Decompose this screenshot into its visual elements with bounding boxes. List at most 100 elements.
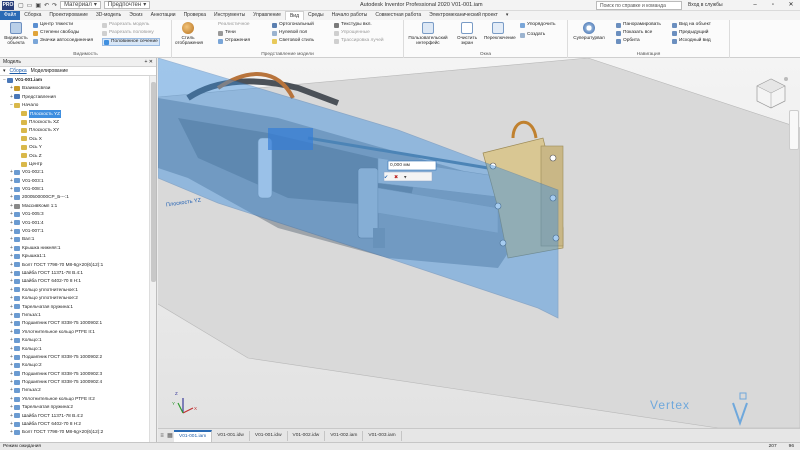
tree-node[interactable]: + Взаимосвязи [0,84,149,92]
tree-node[interactable]: + Тарельчатая пружина:1 [0,303,149,311]
ray-tracing-button[interactable]: Трассировка лучей [334,38,384,44]
tree-node[interactable]: + Вал:1 [0,235,149,243]
ribbon-tab[interactable]: Начало работы [328,11,372,20]
browser-filter-icon[interactable]: ▾ [3,68,6,74]
textures-on-button[interactable]: Текстуры вкл. [334,22,372,28]
tree-node[interactable]: + Представления [0,93,149,101]
add-icon[interactable]: + [144,59,147,65]
signin-link[interactable]: Вход в службы [688,2,723,8]
help-search-input[interactable]: Поиск по справке и команда [596,1,682,10]
ribbon-tab[interactable]: Совместная работа [371,11,425,20]
ribbon-tab[interactable]: Среды [304,11,328,20]
close-icon[interactable]: ✕ [782,0,800,11]
orbit-button[interactable]: Орбита [616,38,640,44]
ribbon-tab[interactable]: Инструменты [210,11,249,20]
document-tab[interactable]: V01-002.iam [325,430,364,441]
tree-node[interactable]: + Подшипник ГОСТ 8338-75 1000902:3 [0,370,149,378]
tree-node[interactable]: Плоскость XZ [0,118,149,126]
tree-node[interactable]: + V01-002:1 [0,168,149,176]
document-tab[interactable]: V01-001.iam [174,429,213,442]
ribbon-tab[interactable]: Управление [249,11,285,20]
tree-node[interactable]: + Кольцо:1 [0,345,149,353]
user-interface-button[interactable]: Пользовательский интерфейс [406,22,450,45]
lighting-style-button[interactable]: Световой стиль [272,38,314,44]
ribbon-tab[interactable]: 3D-модель [92,11,125,20]
ribbon-tab[interactable]: Сборка [20,11,45,20]
material-combo[interactable]: Материал ▾ [60,1,101,9]
home-icon[interactable] [784,77,788,81]
browser-tab-assembly[interactable]: Сборка [10,68,27,74]
clean-screen-button[interactable]: Очистить экран [454,22,480,45]
new-icon[interactable]: ▢ [18,2,24,9]
browser-tab-modeling[interactable]: Моделирование [31,68,68,74]
section-model-button[interactable]: Разрезать модель [102,22,149,28]
graphics-viewport[interactable]: ✔ ✖ ▾ Плоскость YZ 0,000 мм Z X Y Vertex [158,58,800,428]
tabs-menu-icon[interactable]: ≡ [158,433,166,439]
ribbon-tab[interactable]: Электромеханический проект [425,11,502,20]
tree-node[interactable]: + Уплотнительное кольцо PTFE II:1 [0,328,149,336]
tree-node[interactable]: + Шайба ГОСТ 6402-70 8 Н:1 [0,277,149,285]
scrollbar-thumb[interactable] [151,82,156,282]
simplified-button[interactable]: Упрощенные [334,30,370,36]
full-navigation-wheel-button[interactable]: Суперштурвал [570,22,608,40]
save-icon[interactable]: ▣ [35,2,41,9]
tree-node[interactable]: + V01-001:4 [0,219,149,227]
tree-node[interactable]: − Начало [0,101,149,109]
tree-node[interactable]: + Болт ГОСТ 7798-70 М8-6g×20(6)12):1 [0,261,149,269]
undo-icon[interactable]: ↶ [44,2,49,9]
minimize-icon[interactable]: – [746,0,764,11]
look-at-button[interactable]: Вид на объект [672,22,711,28]
tree-node[interactable]: + Кольцо:2 [0,361,149,369]
tree-node[interactable]: + Кольцо:1 [0,336,149,344]
tree-node[interactable]: + V01-005:3 [0,210,149,218]
ground-plane-button[interactable]: Нулевой пол [272,30,307,36]
degrees-of-freedom-button[interactable]: Степени свободы [33,30,79,36]
tree-node[interactable]: + Шайба ГОСТ 6402-70 8 Н:2 [0,420,149,428]
viewcube[interactable] [754,76,788,110]
tree-node[interactable]: Плоскость XY [0,126,149,134]
orthographic-button[interactable]: Ортогональный [272,22,314,28]
tree-node[interactable]: + V01-008:1 [0,185,149,193]
tree-node[interactable]: Ось Y [0,143,149,151]
tree-node[interactable]: + Кольцо уплотнительное:1 [0,286,149,294]
ribbon-tab[interactable]: Эскиз [125,11,146,20]
pan-button[interactable]: Панорамировать [616,22,661,28]
home-view-button[interactable]: Исходный вид [672,38,711,44]
arrange-button[interactable]: Упорядочить [520,22,556,28]
tree-node[interactable]: + V01-003:1 [0,177,149,185]
appearance-combo[interactable]: Предпочтен ▾ [103,1,151,9]
document-tab[interactable]: V01-001.idw [212,430,250,441]
tree-node[interactable]: + Подшипник ГОСТ 8338-75 1000902:1 [0,319,149,327]
new-window-button[interactable]: Создать [520,32,545,38]
tabs-grid-icon[interactable]: ▦ [166,432,174,439]
tree-node[interactable]: + Подшипник ГОСТ 8338-75 1000902:4 [0,378,149,386]
ribbon-tab[interactable]: Аннотации [147,11,180,20]
redo-icon[interactable]: ↷ [52,2,57,9]
document-tab[interactable]: V01-002.idw [288,430,326,441]
document-tab[interactable]: V01-003.iam [363,430,402,441]
half-section-button[interactable]: Половинное сечение [102,38,160,46]
tree-node[interactable]: Ось X [0,135,149,143]
tree-node[interactable]: + Уплотнительное кольцо PTFE II:2 [0,395,149,403]
tree-node[interactable]: + Крышка1:1 [0,252,149,260]
tree-node[interactable]: + Кольцо уплотнительное:2 [0,294,149,302]
bolt-hole[interactable] [549,154,557,162]
file-menu-tab[interactable]: Файл [0,11,21,20]
ribbon-tab[interactable]: Проверка [180,11,210,20]
tree-node[interactable]: + Гильза:2 [0,386,149,394]
ribbon-tab[interactable]: Проектирование [45,11,92,20]
center-of-gravity-button[interactable]: Центр тяжести [33,22,73,28]
tree-node[interactable]: + МассивКомп 1:1 [0,202,149,210]
tree-node[interactable]: + Шайба ГОСТ 11371-78 В.4:1 [0,269,149,277]
quarter-section-button[interactable]: Разрезать половину [102,30,154,36]
tree-node[interactable]: + Болт ГОСТ 7798-70 М8-6g×20(6)12):2 [0,428,149,436]
reflections-button[interactable]: Отражения [218,38,250,44]
tree-node[interactable]: + Гильза:1 [0,311,149,319]
ribbon-tabs-overflow-icon[interactable]: ▾ [502,11,513,20]
previous-view-button[interactable]: Предыдущий [672,30,708,36]
offset-minitoolbar[interactable] [383,171,433,182]
document-tab[interactable]: V01-001.idw [250,430,288,441]
navigation-bar[interactable] [789,110,799,150]
close-icon[interactable]: ✕ [149,59,153,65]
visual-style-button[interactable]: Стиль отображения [175,22,203,45]
